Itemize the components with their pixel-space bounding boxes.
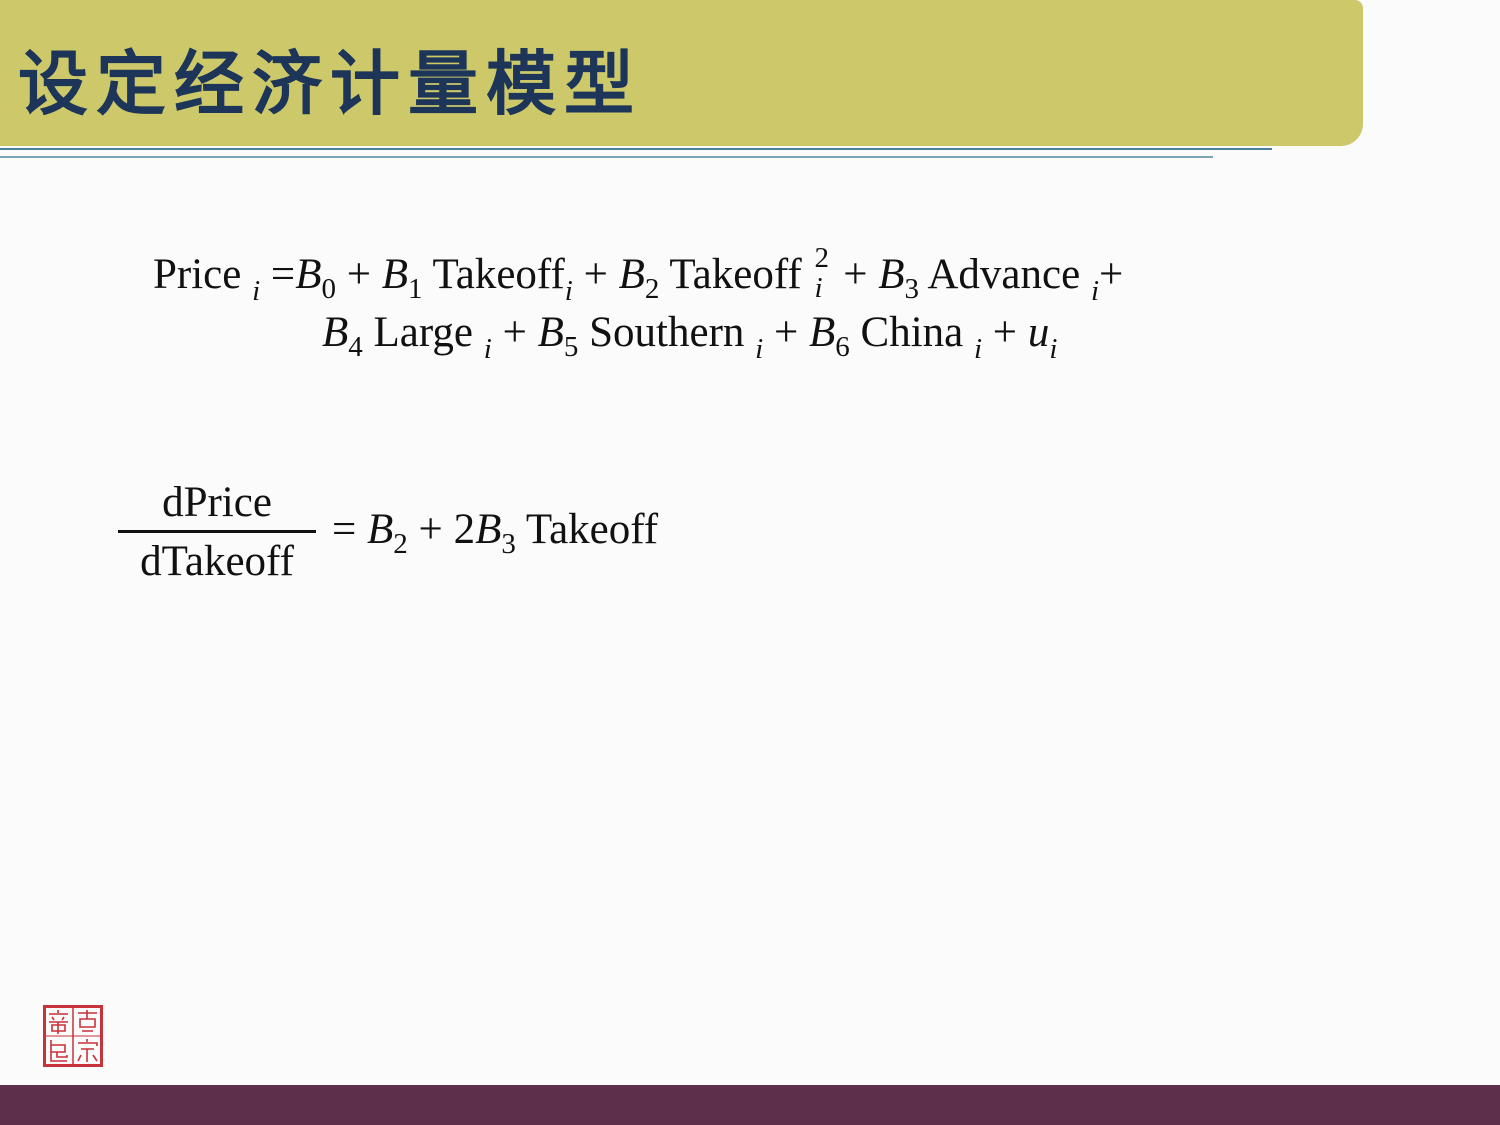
index-i: i [252, 275, 261, 307]
equals-sign: = [332, 506, 357, 553]
coef-b1: B [381, 251, 409, 298]
coef-b4: B [322, 309, 349, 356]
coef-b4-sub: 4 [348, 331, 363, 363]
var-china: China [860, 309, 964, 356]
var-takeoff: Takeoff [525, 506, 659, 553]
fraction-numerator: dPrice [162, 479, 272, 526]
index-i: i [1049, 333, 1058, 365]
plus-sign: + [1099, 251, 1124, 298]
index-i: i [814, 272, 823, 305]
regression-equation-line-1: Price i =B0 + B1 Takeoffi + B2 Takeoff 2… [153, 242, 1124, 307]
seal-stamp-icon [43, 1005, 103, 1067]
index-i: i [973, 333, 983, 365]
slide-title: 设定经济计量模型 [18, 42, 642, 125]
coef-b3-sub: 3 [904, 273, 919, 305]
title-rule-lower [0, 156, 1213, 158]
plus-sign: + [418, 506, 443, 553]
index-i: i [564, 275, 573, 307]
coef-b0-sub: 0 [321, 273, 336, 305]
error-term-u: u [1027, 309, 1050, 356]
derivative-equation-rhs: = B2 + 2B3 Takeoff [332, 505, 659, 560]
var-large: Large [373, 309, 474, 356]
var-takeoff: Takeoff [432, 251, 565, 298]
index-i: i [1090, 275, 1099, 307]
coef-b0: B [295, 251, 322, 298]
plus-sign: + [843, 251, 868, 298]
coef-b6: B [808, 309, 836, 356]
var-advance: Advance [927, 251, 1081, 298]
coef-b3: B [475, 506, 502, 553]
coef-b5-sub: 5 [563, 331, 579, 363]
plus-sign: + [502, 309, 527, 356]
exponent-2: 2 [814, 242, 829, 275]
coef-b2-sub: 2 [393, 528, 408, 560]
squared-index: 2i [812, 242, 832, 304]
regression-equation-line-2: B4 Large i + B5 Southern i + B6 China i … [322, 308, 1057, 365]
title-rule-upper [0, 148, 1272, 150]
var-price: Price [153, 251, 242, 298]
coef-b2-sub: 2 [644, 273, 660, 305]
index-i: i [755, 333, 764, 365]
derivative-fraction: dPrice dTakeoff [118, 478, 316, 587]
factor-two: 2 [453, 506, 476, 553]
coef-b2: B [618, 251, 645, 298]
coef-b6-sub: 6 [835, 331, 850, 363]
coef-b3: B [878, 251, 905, 298]
equals-sign: = [270, 251, 296, 298]
fraction-bar [118, 530, 316, 533]
coef-b1-sub: 1 [408, 273, 423, 305]
footer-band [0, 1085, 1500, 1125]
plus-sign: + [773, 309, 799, 356]
title-band: 设定经济计量模型 [0, 0, 1363, 146]
coef-b5: B [537, 309, 564, 356]
coef-b3-sub: 3 [501, 528, 516, 560]
fraction-denominator: dTakeoff [140, 538, 294, 585]
var-southern: Southern [589, 309, 745, 356]
plus-sign: + [346, 251, 371, 298]
var-takeoff-squared: Takeoff [669, 251, 802, 298]
coef-b2: B [367, 506, 394, 553]
plus-sign: + [992, 309, 1018, 356]
plus-sign: + [583, 251, 608, 298]
index-i: i [483, 333, 492, 365]
